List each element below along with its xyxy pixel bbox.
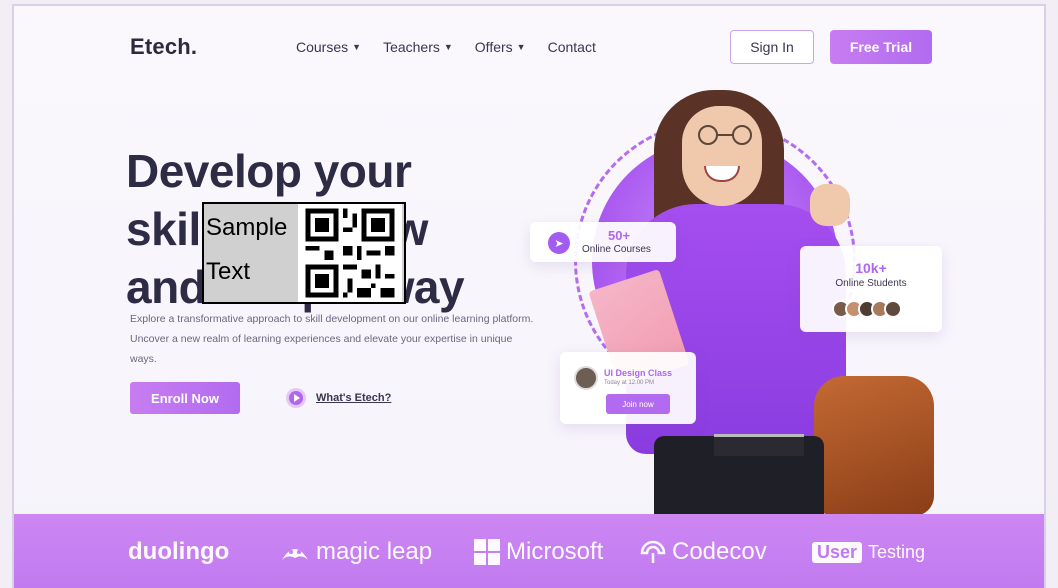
brand-name: magic leap — [316, 538, 433, 565]
hero-description: Explore a transformative approach to ski… — [130, 313, 534, 365]
online-students-card: 10k+ Online Students — [800, 246, 942, 332]
main-nav: Courses ▼ Teachers ▼ Offers ▼ Contact — [296, 39, 596, 55]
duolingo-logo: duolingo — [128, 538, 229, 566]
partners-band: duolingo magic leap Microsoft Codecov Us… — [14, 514, 1044, 588]
design-class-card: UI Design Class Today at 12:00 PM Join n… — [560, 352, 696, 424]
nav-item-teachers[interactable]: Teachers ▼ — [383, 39, 453, 55]
brand-name: Codecov — [672, 538, 767, 565]
nav-label: Teachers — [383, 39, 440, 55]
free-trial-button[interactable]: Free Trial — [830, 30, 932, 64]
qr-text-line: Sample — [206, 214, 288, 241]
avatar — [884, 300, 902, 318]
pointer-icon: ➤ — [548, 232, 570, 254]
whats-etech-label: What's Etech? — [316, 392, 392, 404]
hero-title-line: Develop your — [126, 145, 412, 197]
brand-name: Microsoft — [506, 538, 604, 565]
hero-person-fist — [810, 184, 850, 226]
usertesting-logo: User Testing — [812, 542, 925, 563]
qr-text-line: Text — [206, 258, 251, 285]
backpack-image — [814, 376, 934, 516]
nav-label: Contact — [547, 39, 596, 55]
landing-page: Etech. Courses ▼ Teachers ▼ Offers ▼ Con… — [12, 4, 1046, 588]
qr-code-icon — [298, 204, 402, 302]
codecov-logo: Codecov — [640, 538, 767, 566]
qr-overlay: Sample Text — [202, 202, 406, 304]
nav-item-offers[interactable]: Offers ▼ — [475, 39, 526, 55]
whats-etech-link[interactable]: What's Etech? — [286, 388, 391, 408]
play-icon — [286, 388, 306, 408]
nav-item-courses[interactable]: Courses ▼ — [296, 39, 361, 55]
students-count: 10k+ — [855, 260, 887, 276]
class-title: UI Design Class — [604, 368, 673, 378]
chevron-down-icon: ▼ — [443, 42, 453, 52]
codecov-icon — [640, 540, 666, 563]
student-avatars — [832, 300, 902, 318]
class-time: Today at 12:00 PM — [604, 380, 655, 386]
students-label: Online Students — [835, 278, 907, 289]
hero-person-belt — [714, 434, 804, 456]
enroll-now-button[interactable]: Enroll Now — [130, 382, 240, 414]
chevron-down-icon: ▼ — [352, 42, 362, 52]
magic-leap-icon — [282, 549, 308, 560]
nav-item-contact[interactable]: Contact — [548, 39, 596, 55]
join-now-button[interactable]: Join now — [606, 394, 670, 414]
qr-overlay-text: Sample Text — [206, 206, 296, 294]
online-courses-card: ➤ 50+ Online Courses — [530, 222, 676, 262]
hero-person-face — [682, 106, 762, 206]
magic-leap-logo: magic leap — [280, 538, 432, 566]
sign-in-button[interactable]: Sign In — [730, 30, 814, 64]
microsoft-logo: Microsoft — [474, 538, 603, 566]
avatar — [574, 366, 598, 390]
brand-name: Testing — [868, 542, 926, 562]
brand-name: User — [812, 542, 863, 563]
nav-label: Courses — [296, 39, 349, 55]
glasses-icon — [698, 125, 752, 145]
chevron-down-icon: ▼ — [516, 42, 526, 52]
microsoft-icon — [474, 539, 500, 565]
nav-label: Offers — [474, 39, 513, 55]
courses-label: Online Courses — [582, 244, 651, 255]
brand-name: duolingo — [128, 538, 230, 565]
courses-count: 50+ — [608, 228, 631, 243]
logo[interactable]: Etech. — [130, 34, 197, 60]
